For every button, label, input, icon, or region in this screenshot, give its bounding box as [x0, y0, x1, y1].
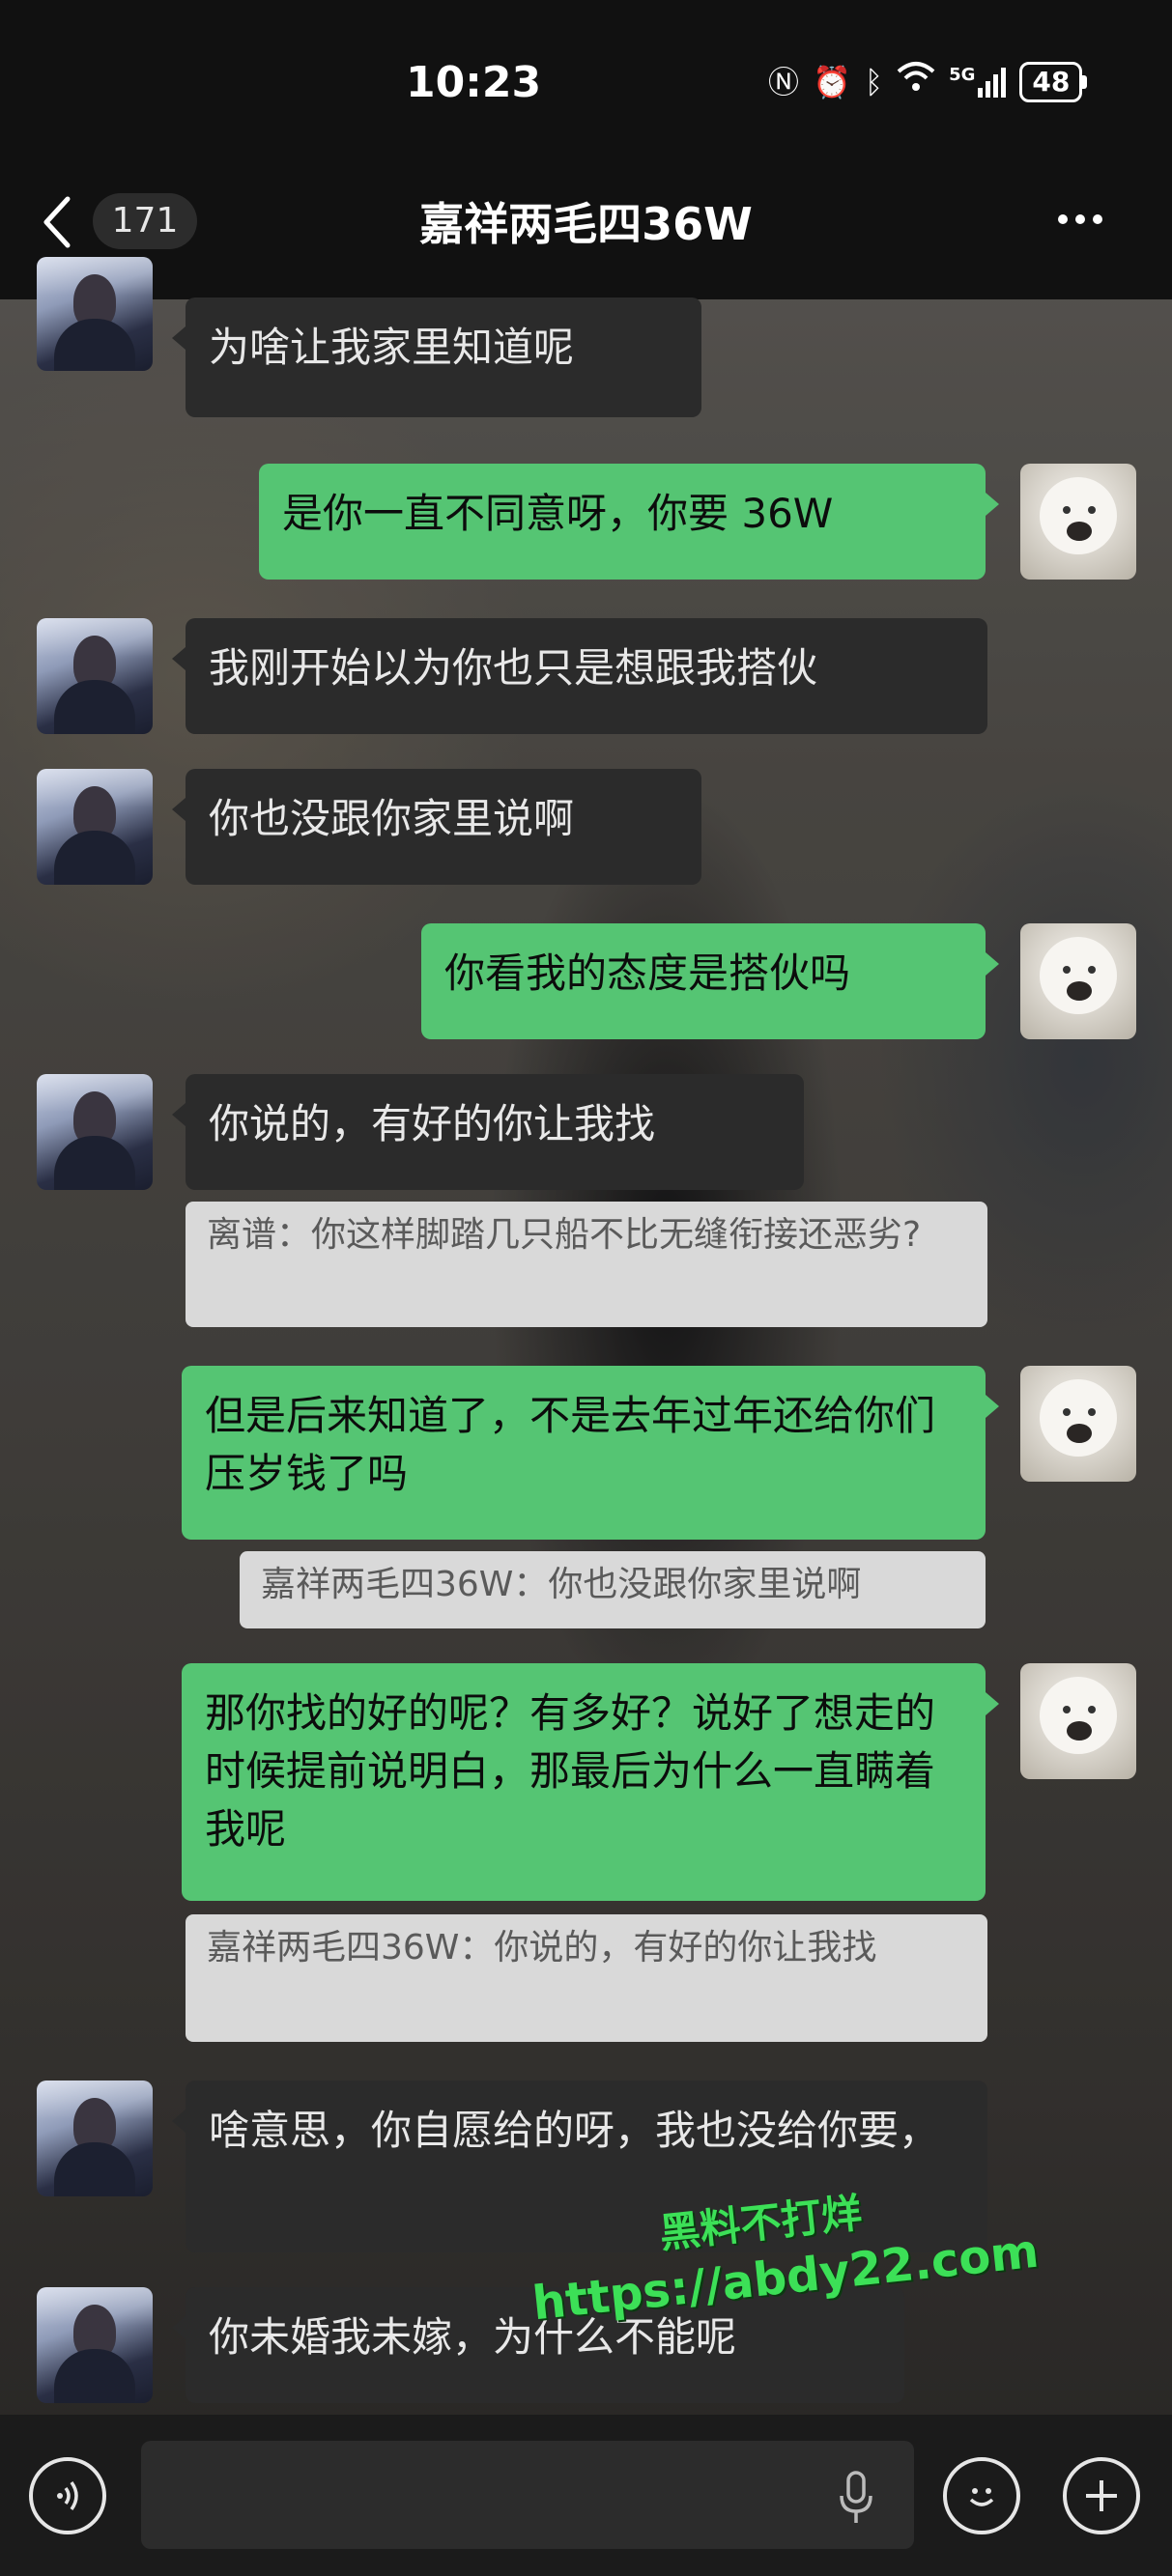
signal-5g-icon: 5G	[949, 65, 1007, 98]
message-input[interactable]	[141, 2441, 914, 2549]
self-avatar[interactable]	[1020, 923, 1136, 1039]
more-actions-button[interactable]	[1063, 2457, 1140, 2534]
contact-avatar[interactable]	[37, 769, 153, 885]
contact-avatar[interactable]	[37, 618, 153, 734]
emoji-button[interactable]	[943, 2457, 1020, 2534]
battery-icon: 48	[1019, 62, 1088, 102]
chat-title: 嘉祥两毛四36W	[419, 198, 753, 250]
nfc-icon: Ⓝ	[768, 64, 800, 100]
plus-icon	[1086, 2480, 1117, 2511]
microphone-icon[interactable]	[837, 2471, 875, 2525]
network-label: 5G	[949, 65, 976, 85]
battery-level: 48	[1019, 62, 1083, 102]
incoming-message[interactable]: 你也没跟你家里说啊	[172, 769, 701, 885]
incoming-message[interactable]: 啥意思，你自愿给的呀，我也没给你要，	[172, 2081, 987, 2252]
alarm-icon: ⏰	[813, 64, 851, 100]
voice-wave-icon	[57, 2480, 78, 2511]
incoming-message[interactable]: 你说的，有好的你让我找	[172, 1074, 804, 1190]
outgoing-message[interactable]: 那你找的好的呢？有多好？说好了想走的时候提前说明白，那最后为什么一直瞒着我呢	[182, 1663, 999, 1901]
bluetooth-icon: ᛒ	[864, 64, 884, 100]
smiley-icon	[969, 2488, 994, 2506]
voice-mode-button[interactable]	[29, 2457, 106, 2534]
quoted-message[interactable]: 嘉祥两毛四36W：你也没跟你家里说啊	[240, 1551, 986, 1628]
self-avatar[interactable]	[1020, 1663, 1136, 1779]
more-options-button[interactable]	[1058, 214, 1102, 224]
more-dots-icon	[1058, 214, 1068, 224]
back-button[interactable]	[39, 193, 77, 251]
outgoing-message[interactable]: 是你一直不同意呀，你要 36W	[259, 464, 999, 580]
contact-avatar[interactable]	[37, 2081, 153, 2196]
quoted-message[interactable]: 嘉祥两毛四36W：你说的，有好的你让我找	[186, 1914, 987, 2042]
status-icons: Ⓝ ⏰ ᛒ 5G 48	[768, 60, 1088, 104]
unread-count-badge[interactable]: 171	[93, 193, 197, 249]
incoming-message[interactable]: 为啥让我家里知道呢	[172, 297, 701, 417]
incoming-message[interactable]: 我刚开始以为你也只是想跟我搭伙	[172, 618, 987, 734]
self-avatar[interactable]	[1020, 1366, 1136, 1482]
contact-avatar[interactable]	[37, 257, 153, 371]
wifi-icon	[897, 60, 935, 104]
contact-avatar[interactable]	[37, 2287, 153, 2403]
outgoing-message[interactable]: 但是后来知道了，不是去年过年还给你们压岁钱了吗	[182, 1366, 999, 1540]
status-time: 10:23	[406, 58, 542, 107]
chevron-left-icon	[43, 196, 71, 248]
contact-avatar[interactable]	[37, 1074, 153, 1190]
outgoing-message[interactable]: 你看我的态度是搭伙吗	[421, 923, 999, 1039]
self-avatar[interactable]	[1020, 464, 1136, 580]
quoted-message[interactable]: 离谱：你这样脚踏几只船不比无缝衔接还恶劣?	[186, 1202, 987, 1327]
